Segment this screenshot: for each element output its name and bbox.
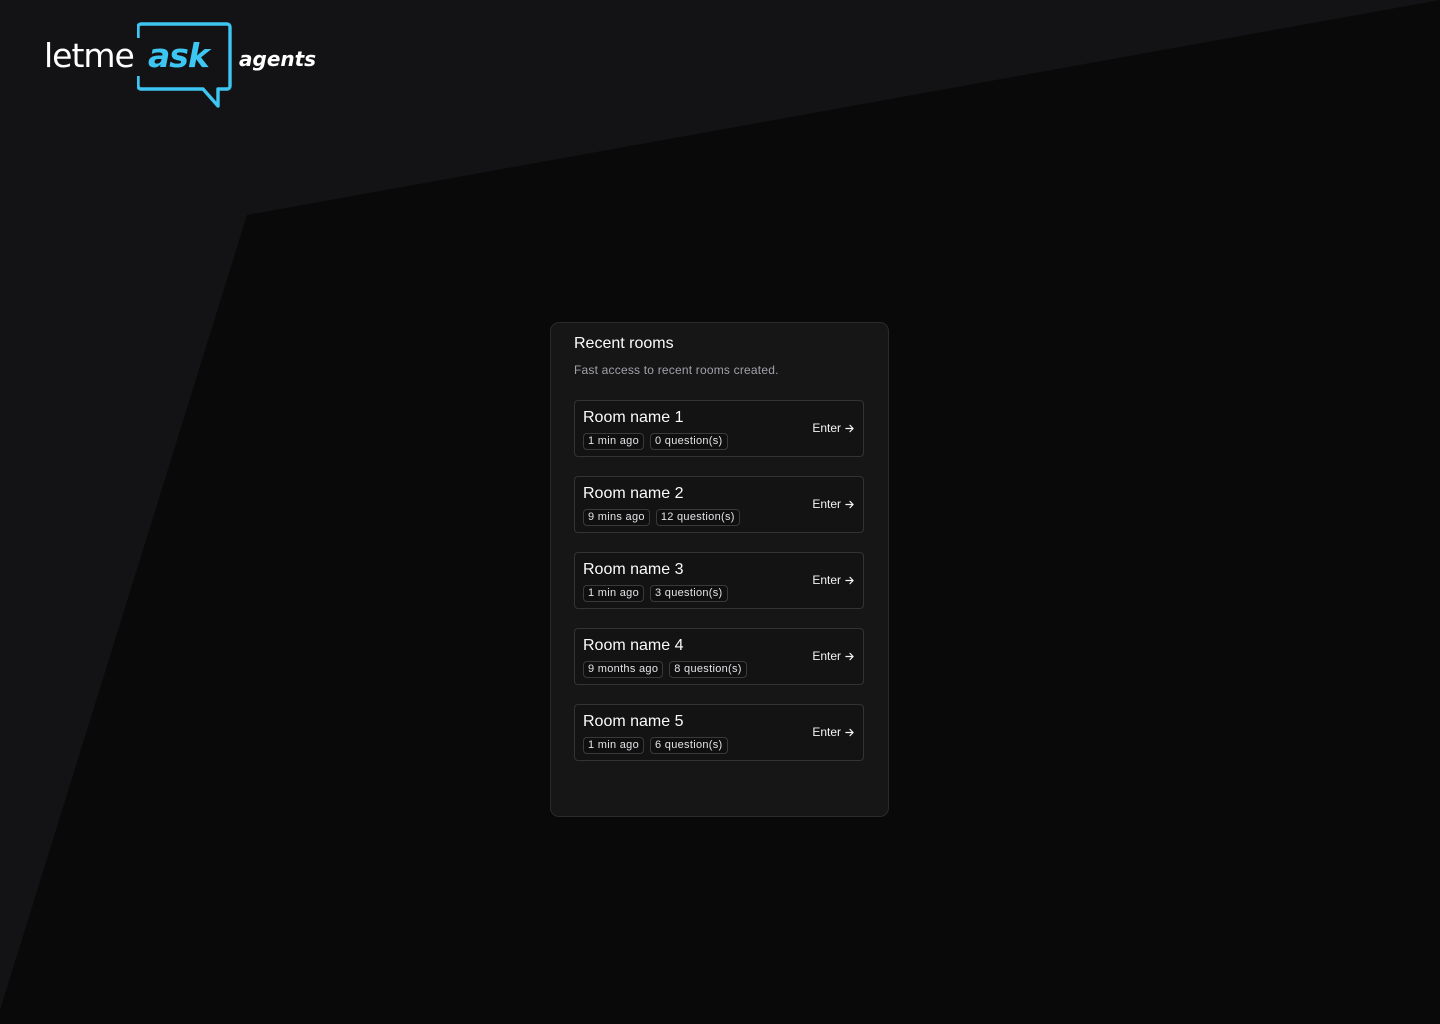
time-badge: 1 min ago [583, 433, 645, 450]
room-item[interactable]: Room name 3 1 min ago 3 question(s) Ente… [574, 552, 864, 609]
arrow-right-icon [845, 728, 854, 737]
enter-room-link[interactable]: Enter [812, 573, 854, 587]
arrow-right-icon [845, 652, 854, 661]
time-badge: 9 mins ago [583, 509, 650, 526]
enter-room-link[interactable]: Enter [812, 725, 854, 739]
questions-badge: 0 question(s) [650, 433, 728, 450]
room-name: Room name 5 [583, 713, 684, 730]
enter-room-link[interactable]: Enter [812, 649, 854, 663]
logo-agents-text: agents [239, 47, 317, 71]
arrow-right-icon [845, 424, 854, 433]
time-badge: 9 months ago [583, 661, 664, 678]
room-item[interactable]: Room name 2 9 mins ago 12 question(s) En… [574, 476, 864, 533]
room-badges: 1 min ago 0 question(s) [583, 433, 728, 450]
questions-badge: 8 question(s) [669, 661, 747, 678]
enter-label: Enter [812, 725, 841, 739]
room-name: Room name 1 [583, 409, 684, 426]
arrow-right-icon [845, 576, 854, 585]
enter-label: Enter [812, 421, 841, 435]
card-subtitle: Fast access to recent rooms created. [574, 363, 779, 377]
time-badge: 1 min ago [583, 585, 645, 602]
questions-badge: 3 question(s) [650, 585, 728, 602]
logo-letme-text: letme [44, 36, 135, 75]
room-list: Room name 1 1 min ago 0 question(s) Ente… [574, 400, 864, 780]
arrow-right-icon [845, 500, 854, 509]
room-name: Room name 4 [583, 637, 684, 654]
app-logo[interactable]: letme ask agents [42, 22, 322, 112]
enter-label: Enter [812, 649, 841, 663]
room-badges: 1 min ago 3 question(s) [583, 585, 728, 602]
room-badges: 9 mins ago 12 question(s) [583, 509, 740, 526]
room-name: Room name 3 [583, 561, 684, 578]
logo-ask-text: ask [148, 36, 210, 75]
room-item[interactable]: Room name 5 1 min ago 6 question(s) Ente… [574, 704, 864, 761]
room-name: Room name 2 [583, 485, 684, 502]
card-title: Recent rooms [574, 335, 674, 352]
questions-badge: 12 question(s) [655, 509, 740, 526]
time-badge: 1 min ago [583, 737, 645, 754]
room-badges: 9 months ago 8 question(s) [583, 661, 747, 678]
enter-room-link[interactable]: Enter [812, 421, 854, 435]
enter-label: Enter [812, 573, 841, 587]
questions-badge: 6 question(s) [650, 737, 728, 754]
enter-label: Enter [812, 497, 841, 511]
room-item[interactable]: Room name 4 9 months ago 8 question(s) E… [574, 628, 864, 685]
room-badges: 1 min ago 6 question(s) [583, 737, 728, 754]
enter-room-link[interactable]: Enter [812, 497, 854, 511]
recent-rooms-card: Recent rooms Fast access to recent rooms… [550, 322, 889, 817]
room-item[interactable]: Room name 1 1 min ago 0 question(s) Ente… [574, 400, 864, 457]
